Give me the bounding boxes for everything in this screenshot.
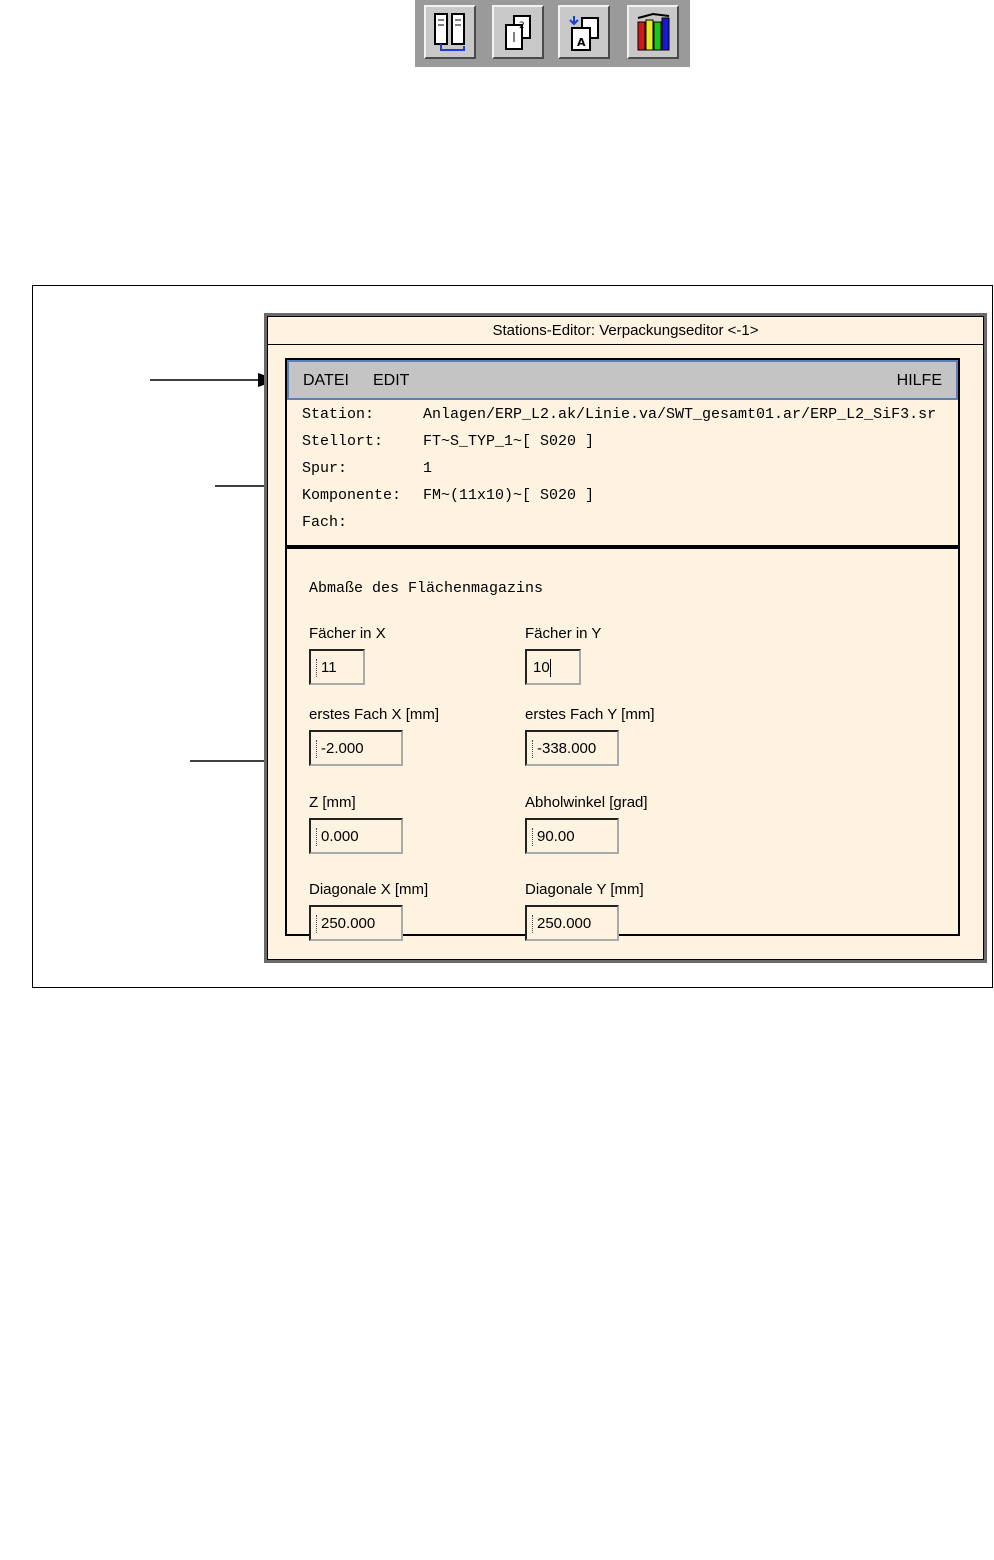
icon-toolbar: 2 A — [415, 0, 690, 67]
erstes-fach-y-label: erstes Fach Y [mm] — [525, 706, 655, 723]
text-caret — [316, 740, 318, 758]
menu-hilfe[interactable]: HILFE — [897, 372, 942, 390]
abholwinkel-input[interactable]: 90.00 — [525, 818, 619, 854]
stellort-label: Stellort: — [302, 433, 384, 450]
diagonale-y-input[interactable]: 250.000 — [525, 905, 619, 941]
toolbar-button-compare[interactable] — [424, 5, 476, 59]
komponente-label: Komponente: — [302, 487, 402, 504]
stellort-value: FT~S_TYP_1~[ S020 ] — [423, 433, 595, 450]
toolbar-button-library[interactable] — [627, 5, 679, 59]
document-arrow-icon: A — [569, 16, 599, 51]
faecher-x-label: Fächer in X — [309, 625, 386, 642]
faecher-y-input[interactable]: 10 — [525, 649, 581, 685]
faecher-x-input[interactable]: 11 — [309, 649, 365, 685]
text-caret — [532, 740, 534, 758]
erstes-fach-y-value: -338.000 — [537, 740, 597, 757]
svg-text:A: A — [577, 36, 586, 49]
text-caret — [316, 659, 318, 677]
diagonale-y-label: Diagonale Y [mm] — [525, 881, 644, 898]
menu-edit[interactable]: EDIT — [373, 372, 409, 390]
books-icon — [637, 12, 670, 51]
spur-label: Spur: — [302, 460, 348, 477]
split-compare-icon — [434, 13, 465, 51]
text-caret — [316, 915, 318, 933]
text-caret — [316, 828, 318, 846]
menu-datei[interactable]: DATEI — [303, 372, 349, 390]
document-copy-icon: 2 — [505, 15, 531, 50]
fach-label: Fach: — [302, 514, 348, 531]
abholwinkel-value: 90.00 — [537, 828, 575, 845]
info-separator — [287, 545, 958, 549]
faecher-y-label: Fächer in Y — [525, 625, 602, 642]
text-caret — [549, 659, 551, 678]
station-label: Station: — [302, 406, 375, 423]
window-title: Stations-Editor: Verpackungseditor <-1> — [492, 322, 759, 339]
svg-text:2: 2 — [519, 21, 525, 31]
info-panel: Station: Anlagen/ERP_L2.ak/Linie.va/SWT_… — [287, 400, 958, 542]
diagonale-x-label: Diagonale X [mm] — [309, 881, 429, 898]
diagonale-y-value: 250.000 — [537, 915, 592, 932]
spur-value: 1 — [423, 460, 433, 477]
station-value: Anlagen/ERP_L2.ak/Linie.va/SWT_gesamt01.… — [423, 406, 937, 423]
editor-content: DATEI EDIT HILFE Station: Anlagen/ERP_L2… — [285, 358, 960, 941]
text-caret — [532, 828, 534, 846]
toolbar-button-convert[interactable]: A — [558, 5, 610, 59]
erstes-fach-x-value: -2.000 — [321, 740, 364, 757]
faecher-x-value: 11 — [321, 659, 337, 676]
erstes-fach-x-label: erstes Fach X [mm] — [309, 706, 440, 723]
faecher-y-value: 10 — [533, 659, 550, 676]
stations-editor-window: Stations-Editor: Verpackungseditor <-1> … — [264, 313, 987, 963]
text-caret — [532, 915, 534, 933]
abholwinkel-label: Abholwinkel [grad] — [525, 794, 648, 811]
z-value: 0.000 — [321, 828, 359, 845]
erstes-fach-y-input[interactable]: -338.000 — [525, 730, 619, 766]
diagonale-x-input[interactable]: 250.000 — [309, 905, 403, 941]
z-label: Z [mm] — [309, 794, 356, 811]
erstes-fach-x-input[interactable]: -2.000 — [309, 730, 403, 766]
title-separator — [268, 344, 983, 345]
annotation-arrow-menubar — [150, 373, 278, 387]
window-body: Stations-Editor: Verpackungseditor <-1> … — [267, 316, 984, 960]
komponente-value: FM~(11x10)~[ S020 ] — [423, 487, 595, 504]
diagonale-x-value: 250.000 — [321, 915, 376, 932]
menubar: DATEI EDIT HILFE — [287, 360, 958, 400]
z-input[interactable]: 0.000 — [309, 818, 403, 854]
section-title: Abmaße des Flächenmagazins — [309, 580, 544, 597]
toolbar-button-copy[interactable]: 2 — [492, 5, 544, 59]
